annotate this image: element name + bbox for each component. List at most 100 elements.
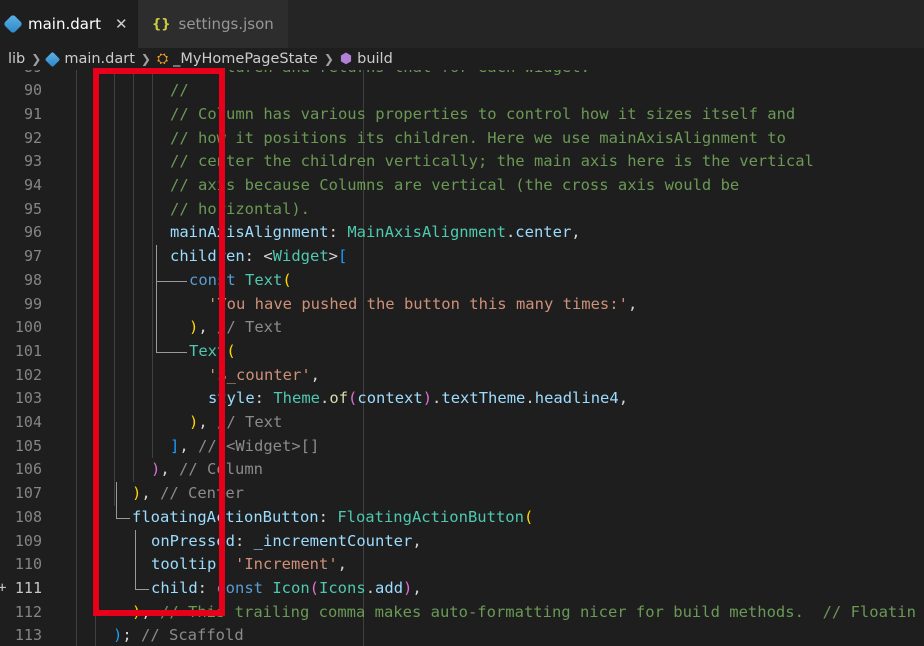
- code-token: (: [523, 507, 534, 526]
- code-token: // Scaffold: [141, 626, 244, 645]
- code-token: // This trailing comma makes auto-format…: [160, 602, 804, 621]
- code-token: Icon: [272, 578, 310, 597]
- code-token: 'You have pushed the button this many ti…: [208, 294, 628, 313]
- line-number: 101: [14, 341, 42, 360]
- code-token: ,: [310, 365, 320, 384]
- line-number: 110: [14, 555, 42, 574]
- code-token: // center the children vertically; the m…: [170, 152, 814, 171]
- breadcrumb-item-lib[interactable]: lib: [8, 51, 25, 67]
- code-token: textTheme: [441, 389, 526, 408]
- code-token: Widget: [272, 247, 329, 266]
- code-token: ): [403, 578, 413, 597]
- code-token: Text: [245, 270, 283, 289]
- line-number: 105: [14, 436, 42, 455]
- code-line[interactable]: ); // Scaffold: [113, 624, 244, 646]
- code-line[interactable]: // children and returns that for each wi…: [170, 70, 590, 79]
- code-token: ,: [618, 389, 629, 408]
- tab-label: settings.json: [178, 15, 274, 33]
- code-token: center: [515, 223, 572, 242]
- code-token: >: [328, 247, 338, 266]
- class-icon: ⛭: [156, 51, 169, 67]
- line-number: 97: [23, 247, 42, 266]
- line-number: 103: [14, 389, 42, 408]
- code-token: ,: [337, 555, 347, 574]
- chevron-right-icon: ❯: [140, 52, 151, 66]
- code-token: :: [254, 389, 274, 408]
- fold-plus-icon[interactable]: +: [0, 580, 6, 596]
- line-number: 107: [14, 484, 42, 503]
- line-number: 94: [23, 176, 42, 194]
- code-token: ;: [122, 626, 142, 645]
- code-token: Theme: [273, 389, 321, 408]
- code-token: // Text: [217, 318, 283, 337]
- code-token: : <: [244, 247, 273, 266]
- code-line[interactable]: // axis because Columns are vertical (th…: [170, 174, 739, 198]
- code-token: .: [505, 223, 516, 242]
- code-line[interactable]: ), // This trailing comma makes auto-for…: [132, 601, 916, 625]
- breadcrumb-item-method[interactable]: build: [357, 51, 393, 67]
- code-token: add: [375, 578, 404, 597]
- line-number: 104: [14, 413, 42, 431]
- close-icon[interactable]: ✕: [115, 15, 128, 33]
- line-number: 112: [14, 602, 42, 621]
- breadcrumb-item-file[interactable]: main.dart: [64, 51, 135, 67]
- json-icon: {}: [152, 16, 171, 32]
- line-number: 93: [23, 152, 42, 171]
- code-token: (: [348, 389, 358, 408]
- chevron-right-icon: ❯: [323, 52, 334, 66]
- line-number: 113: [14, 626, 42, 645]
- code-token: .: [365, 578, 376, 597]
- code-line[interactable]: // Column has various properties to cont…: [170, 103, 795, 127]
- code-token: :: [318, 507, 338, 526]
- code-line[interactable]: // how it positions its children. Here w…: [170, 127, 786, 151]
- line-number: 108: [14, 507, 42, 526]
- code-token: // how it positions its children. Here w…: [170, 128, 786, 147]
- dart-icon: [3, 14, 23, 34]
- code-line[interactable]: style: Theme.of(context).textTheme.headl…: [208, 387, 628, 411]
- tab-settings-json[interactable]: {} settings.json: [138, 0, 288, 48]
- code-token: ,: [571, 223, 581, 242]
- line-number: 99: [23, 294, 42, 313]
- chevron-right-icon: ❯: [31, 52, 42, 66]
- code-token: of: [329, 389, 349, 408]
- breadcrumb-item-class[interactable]: _MyHomePageState: [173, 51, 318, 67]
- line-number: 100: [14, 318, 42, 337]
- code-token: [: [338, 247, 348, 266]
- code-token: Icons: [319, 578, 366, 597]
- code-token: MainAxisAlignment: [347, 223, 506, 242]
- code-token: FloatingActionButton: [337, 507, 524, 526]
- indent-guide-line: [76, 70, 77, 646]
- code-line[interactable]: // center the children vertically; the m…: [170, 150, 814, 174]
- code-token: (: [282, 270, 292, 289]
- code-token: _incrementCounter: [253, 531, 413, 550]
- line-number: 98: [23, 270, 42, 289]
- code-token: .: [320, 389, 330, 408]
- code-token: ,: [627, 294, 638, 313]
- line-number: 91: [23, 104, 42, 123]
- red-highlight-rectangle: [93, 68, 225, 616]
- line-number: 95: [23, 199, 42, 218]
- line-number-gutter: 89 90 91 92 93 94 95 96 97 98 99 100 101 102 103 104 105…: [0, 70, 58, 646]
- code-token: .: [432, 389, 442, 408]
- method-cube-icon: ⬢: [339, 51, 353, 67]
- code-token: :: [235, 531, 254, 550]
- code-token: ): [113, 626, 123, 645]
- code-token: // Text: [217, 413, 283, 431]
- code-token: // axis because Columns are vertical (th…: [170, 176, 740, 194]
- code-line[interactable]: 'You have pushed the button this many ti…: [208, 293, 637, 317]
- line-number: 90: [23, 81, 42, 100]
- code-token: // Floatin: [822, 602, 916, 621]
- line-number: 92: [23, 128, 42, 147]
- line-number: 102: [14, 365, 42, 384]
- code-token: :: [328, 223, 348, 242]
- code-line[interactable]: mainAxisAlignment: MainAxisAlignment.cen…: [170, 221, 581, 245]
- code-token: ,: [412, 578, 422, 597]
- code-token: .: [525, 389, 535, 408]
- code-token: ): [422, 389, 433, 408]
- breadcrumb: lib ❯ main.dart ❯ ⛭ _MyHomePageState ❯ ⬢…: [0, 48, 924, 70]
- line-number: 109: [14, 531, 42, 550]
- code-token: (: [226, 341, 236, 360]
- dart-icon: [45, 51, 61, 67]
- tab-main-dart[interactable]: main.dart ✕: [0, 0, 138, 48]
